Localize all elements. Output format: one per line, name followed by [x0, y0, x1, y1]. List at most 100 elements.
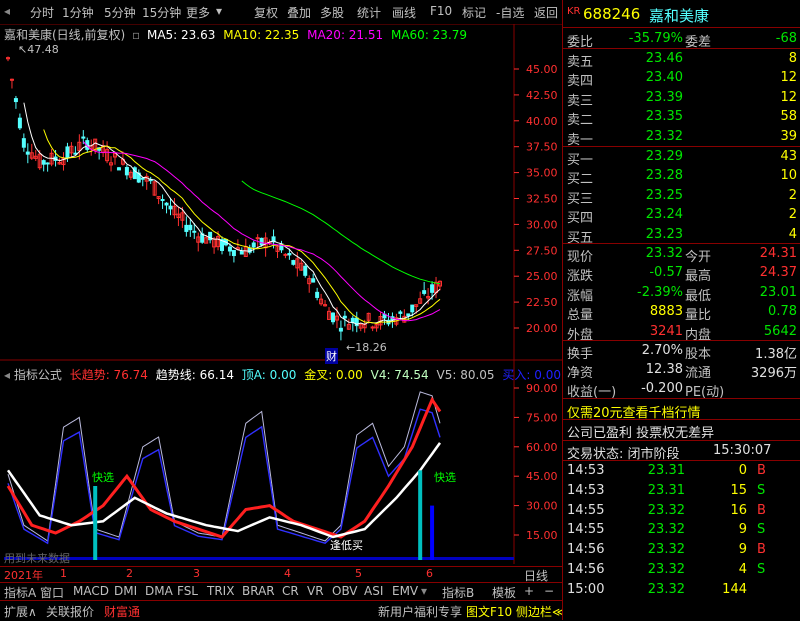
bid-label: 买一	[567, 153, 594, 168]
tab-indicator-a[interactable]: 指标A	[4, 584, 36, 601]
ma20-label: MA20: 21.51	[307, 28, 384, 42]
toolbar-diejia[interactable]: 叠加	[287, 4, 311, 21]
tick-volume: 9	[738, 542, 747, 558]
tab-cr[interactable]: CR	[282, 584, 299, 598]
candle-body	[140, 177, 145, 180]
bid-price: 23.24	[645, 207, 683, 223]
bid-label: 买四	[567, 211, 594, 227]
tab-add-icon[interactable]: +	[524, 584, 534, 598]
stat-value: 12.38	[645, 362, 683, 377]
bid-volume: 10	[780, 168, 797, 184]
stat-value: 23.32	[645, 246, 683, 261]
stat-value: 8883	[649, 304, 683, 320]
stat-label: 涨跌	[567, 269, 594, 285]
signal-bar	[93, 486, 98, 560]
toolbar-fuquan[interactable]: 复权	[254, 4, 278, 21]
candle-body	[25, 151, 30, 155]
new-user-welfare-link[interactable]: 新用户福利专享	[378, 603, 462, 620]
long-trend-label: 长趋势: 76.74	[69, 368, 148, 382]
price-tick-label: 42.50	[526, 89, 558, 102]
tab-minus-icon[interactable]: −	[544, 584, 554, 598]
cai-marker[interactable]: 财	[325, 348, 338, 364]
quick-select-label-2: 快选	[434, 471, 456, 484]
ask-volume: 12	[780, 70, 797, 86]
tab-macd[interactable]: MACD	[73, 584, 109, 598]
tick-side: S	[757, 522, 766, 538]
toolbar-fenshi[interactable]: 分时	[30, 4, 54, 21]
tick-volume: 16	[730, 502, 747, 518]
toolbar-biaoji[interactable]: 标记	[462, 4, 486, 21]
tab-window[interactable]: 窗口	[40, 584, 64, 601]
month-2: 2	[126, 567, 133, 580]
timeline-year: 2021年	[4, 569, 43, 582]
toolbar-fanhui[interactable]: 返回	[534, 4, 558, 21]
price-tick-label: 30.00	[526, 218, 558, 231]
candle-body	[283, 253, 288, 256]
tab-brar[interactable]: BRAR	[242, 584, 275, 598]
candle-body	[430, 284, 435, 293]
toolbar-prev-icon[interactable]: ◂	[4, 4, 10, 18]
stat-value: -0.200	[641, 381, 683, 396]
tab-dma[interactable]: DMA	[145, 584, 173, 598]
stat-value: 24.37	[759, 265, 797, 281]
bid-label: 买二	[567, 172, 594, 188]
tab-vr[interactable]: VR	[307, 584, 324, 598]
tab-dmi[interactable]: DMI	[114, 584, 137, 598]
toolbar-zixuan[interactable]: -自选	[496, 4, 524, 21]
indicator-name[interactable]: 指标公式	[14, 368, 62, 382]
toolbar-1min[interactable]: 1分钟	[62, 4, 94, 21]
price-tick-label: 25.00	[526, 270, 558, 283]
toolbar-f10[interactable]: F10	[430, 4, 452, 18]
candle-body	[251, 242, 256, 248]
caifutong-button[interactable]: 财富通	[104, 603, 140, 620]
candle-body	[231, 250, 236, 257]
price-axis: 45.00 42.50 40.00 37.50 35.00 32.50 30.00 27.50…	[514, 63, 558, 335]
price-chart[interactable]: 45.00 42.50 40.00 37.50 35.00 32.50 30.00 27.50…	[0, 24, 562, 566]
toolbar-duogu[interactable]: 多股	[320, 4, 344, 21]
bid-price: 23.25	[645, 187, 683, 203]
top-a-label: 顶A: 0.00	[241, 368, 297, 382]
expand-button[interactable]: 扩展∧	[4, 603, 37, 620]
profit-note: 公司已盈利 投票权无差异	[567, 426, 715, 441]
indicator-collapse-icon[interactable]: ◂	[4, 368, 10, 382]
future-data-note: 用到未来数据	[4, 552, 70, 565]
stat-label: 换手	[567, 347, 594, 362]
indicator-axis: 90.00 75.00 60.00 45.00 30.00 15.00	[514, 382, 558, 542]
toolbar-more[interactable]: 更多	[186, 4, 210, 21]
stat-value: 0.78	[768, 304, 797, 320]
toolbar-tongji[interactable]: 统计	[357, 4, 381, 21]
tab-obv[interactable]: OBV	[332, 584, 358, 598]
tab-trix[interactable]: TRIX	[207, 584, 234, 598]
toolbar-15min[interactable]: 15分钟	[142, 4, 181, 21]
price-tick-label: 37.50	[526, 141, 558, 154]
signal-bar	[430, 505, 435, 560]
candle-body	[45, 162, 50, 165]
tab-fsl[interactable]: FSL	[177, 584, 198, 598]
f10-button[interactable]: 图文F10	[466, 603, 512, 620]
tab-template[interactable]: 模板	[492, 584, 516, 601]
candle-body	[338, 327, 343, 332]
toolbar-huaxian[interactable]: 画线	[392, 4, 416, 21]
trade-status-time: 15:30:07	[713, 443, 772, 458]
toolbar-more-arrow-icon[interactable]: ▾	[216, 4, 222, 18]
tab-indicator-b[interactable]: 指标B	[442, 584, 474, 601]
stat-value: 5642	[763, 323, 797, 339]
candle-body	[259, 237, 264, 246]
candle-body	[65, 146, 70, 158]
tick-time: 14:53	[567, 463, 605, 478]
tick-side: B	[757, 463, 766, 478]
tick-price: 23.32	[647, 522, 685, 538]
tab-emv[interactable]: EMV	[392, 584, 418, 598]
sidebar-toggle[interactable]: 侧边栏≪	[516, 603, 565, 620]
chart-dropdown-icon[interactable]: ▫	[132, 28, 140, 42]
tick-volume: 0	[738, 463, 747, 478]
tab-asi[interactable]: ASI	[364, 584, 383, 598]
toolbar-5min[interactable]: 5分钟	[104, 4, 136, 21]
price-tick-label: 32.50	[526, 193, 558, 206]
ask-label: 卖二	[567, 113, 594, 129]
tick-volume: 144	[722, 581, 747, 597]
related-quote-button[interactable]: 关联报价	[46, 603, 94, 620]
tick-price: 23.32	[647, 581, 685, 597]
ma10-label: MA10: 22.35	[223, 28, 300, 42]
tab-more-icon[interactable]: ▾	[421, 584, 427, 598]
